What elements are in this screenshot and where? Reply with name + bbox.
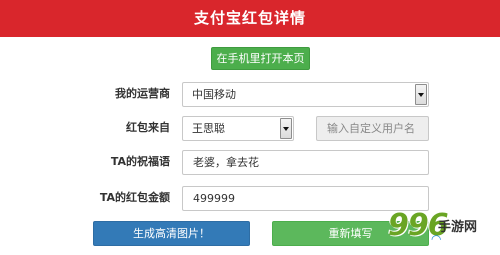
blessing-label: TA的祝福语 [110, 155, 170, 168]
from-select[interactable]: 王思聪 [182, 116, 294, 141]
blessing-input[interactable]: 老婆，拿去花 [182, 150, 429, 175]
carrier-label: 我的运营商 [115, 87, 170, 100]
chevron-down-icon[interactable] [415, 84, 427, 105]
amount-value: 499999 [193, 192, 235, 205]
page-title: 支付宝红包详情 [0, 0, 500, 37]
amount-label: TA的红包金额 [99, 191, 170, 204]
open-in-phone-button[interactable]: 在手机里打开本页 [211, 47, 310, 70]
wifi-icon: ◠ [431, 232, 442, 246]
carrier-select-value: 中国移动 [192, 88, 236, 101]
custom-username-input[interactable]: 输入自定义用户名 [316, 116, 429, 141]
from-label: 红包来自 [126, 121, 170, 134]
blessing-value: 老婆，拿去花 [193, 156, 259, 169]
chevron-down-icon[interactable] [280, 118, 292, 139]
site-watermark-logo: 996 手游网 ◠ [388, 208, 500, 248]
watermark-text: 手游网 [438, 220, 478, 235]
from-select-value: 王思聪 [192, 122, 225, 135]
carrier-select[interactable]: 中国移动 [182, 82, 429, 107]
custom-username-placeholder: 输入自定义用户名 [327, 122, 415, 135]
generate-image-button[interactable]: 生成高清图片！ [93, 221, 250, 246]
